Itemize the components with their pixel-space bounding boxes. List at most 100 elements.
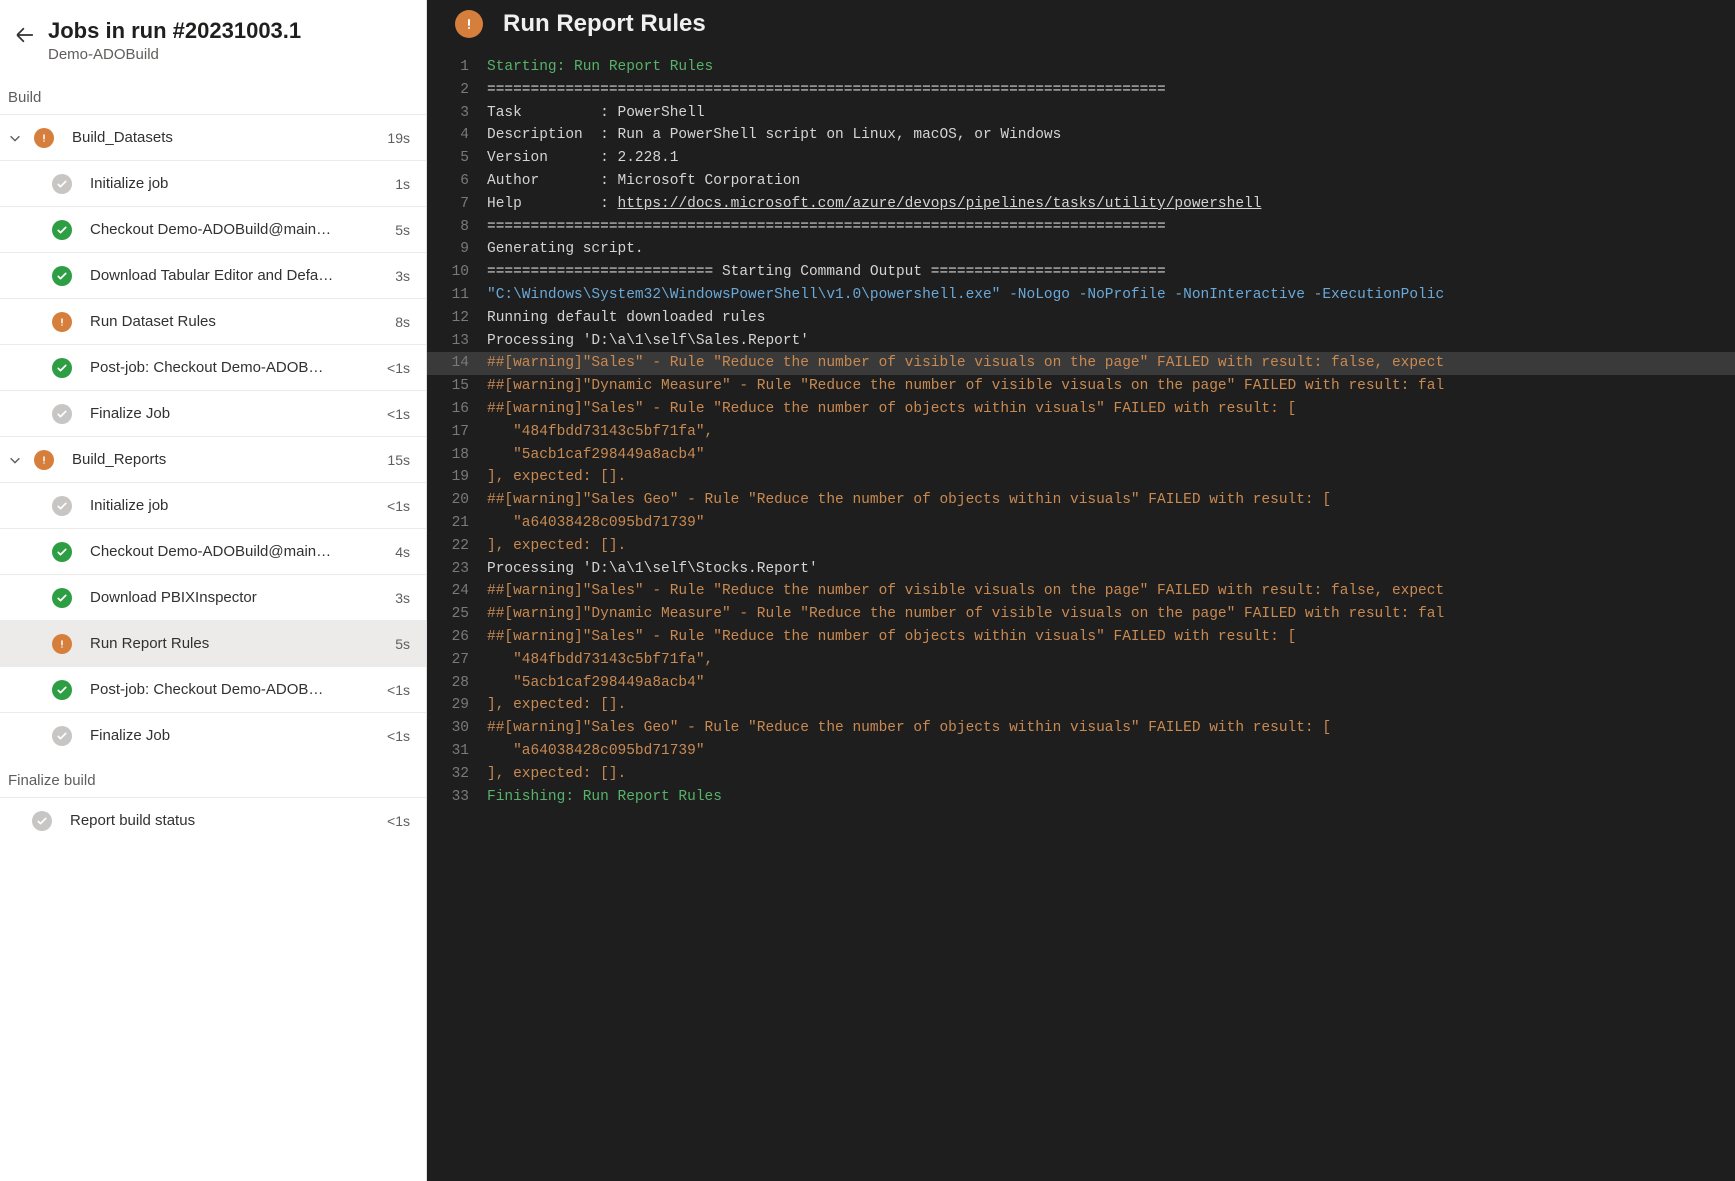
line-number: 4 bbox=[427, 124, 487, 147]
log-text: ##[warning]"Dynamic Measure" - Rule "Red… bbox=[487, 603, 1735, 626]
step-duration: <1s bbox=[379, 498, 410, 514]
job-step[interactable]: Download PBIXInspector3s bbox=[0, 574, 426, 620]
log-line: 25##[warning]"Dynamic Measure" - Rule "R… bbox=[427, 603, 1735, 626]
log-text: ##[warning]"Sales" - Rule "Reduce the nu… bbox=[487, 580, 1735, 603]
help-link[interactable]: https://docs.microsoft.com/azure/devops/… bbox=[618, 196, 1262, 212]
line-number: 3 bbox=[427, 102, 487, 125]
log-text: "C:\Windows\System32\WindowsPowerShell\v… bbox=[487, 284, 1735, 307]
line-number: 6 bbox=[427, 170, 487, 193]
job-step[interactable]: Checkout Demo-ADOBuild@main…4s bbox=[0, 528, 426, 574]
stage-duration: 15s bbox=[379, 452, 410, 468]
section-build-label: Build bbox=[0, 75, 426, 114]
log-line: 8=======================================… bbox=[427, 216, 1735, 239]
job-step[interactable]: Finalize Job<1s bbox=[0, 390, 426, 436]
success-icon bbox=[52, 358, 72, 378]
log-line: 19], expected: []. bbox=[427, 466, 1735, 489]
job-step[interactable]: Finalize Job<1s bbox=[0, 712, 426, 758]
job-step[interactable]: Initialize job1s bbox=[0, 160, 426, 206]
job-step[interactable]: Post-job: Checkout Demo-ADOB…<1s bbox=[0, 344, 426, 390]
line-number: 8 bbox=[427, 216, 487, 239]
job-step[interactable]: Report build status<1s bbox=[0, 797, 426, 843]
log-line: 24##[warning]"Sales" - Rule "Reduce the … bbox=[427, 580, 1735, 603]
line-number: 15 bbox=[427, 375, 487, 398]
job-stage-build-datasets[interactable]: Build_Datasets19s bbox=[0, 114, 426, 160]
log-line: 30##[warning]"Sales Geo" - Rule "Reduce … bbox=[427, 717, 1735, 740]
log-text: "5acb1caf298449a8acb4" bbox=[487, 672, 1735, 695]
chevron-down-icon[interactable] bbox=[8, 453, 22, 467]
log-text: "5acb1caf298449a8acb4" bbox=[487, 444, 1735, 467]
line-number: 14 bbox=[427, 352, 487, 375]
step-label: Run Dataset Rules bbox=[90, 313, 387, 330]
job-step[interactable]: Download Tabular Editor and Defa…3s bbox=[0, 252, 426, 298]
warning-icon bbox=[455, 10, 483, 38]
job-stage-build-reports[interactable]: Build_Reports15s bbox=[0, 436, 426, 482]
log-text: Starting: Run Report Rules bbox=[487, 56, 1735, 79]
log-line: 12Running default downloaded rules bbox=[427, 307, 1735, 330]
step-label: Report build status bbox=[70, 812, 379, 829]
log-text: Processing 'D:\a\1\self\Stocks.Report' bbox=[487, 558, 1735, 581]
log-text: ##[warning]"Sales" - Rule "Reduce the nu… bbox=[487, 626, 1735, 649]
step-duration: 4s bbox=[387, 544, 410, 560]
job-step[interactable]: Checkout Demo-ADOBuild@main…5s bbox=[0, 206, 426, 252]
log-area[interactable]: 1Starting: Run Report Rules2============… bbox=[427, 56, 1735, 1181]
log-pane: Run Report Rules 1Starting: Run Report R… bbox=[427, 0, 1735, 1181]
job-step[interactable]: Run Dataset Rules8s bbox=[0, 298, 426, 344]
line-number: 24 bbox=[427, 580, 487, 603]
success-dim-icon bbox=[52, 726, 72, 746]
line-number: 5 bbox=[427, 147, 487, 170]
step-label: Finalize Job bbox=[90, 405, 379, 422]
line-number: 27 bbox=[427, 649, 487, 672]
log-line: 32], expected: []. bbox=[427, 763, 1735, 786]
log-text: ], expected: []. bbox=[487, 466, 1735, 489]
log-text: Task : PowerShell bbox=[487, 102, 1735, 125]
job-step[interactable]: Post-job: Checkout Demo-ADOB…<1s bbox=[0, 666, 426, 712]
log-text: Running default downloaded rules bbox=[487, 307, 1735, 330]
success-icon bbox=[52, 542, 72, 562]
warning-icon bbox=[34, 450, 54, 470]
log-line: 3Task : PowerShell bbox=[427, 102, 1735, 125]
chevron-down-icon[interactable] bbox=[8, 131, 22, 145]
step-duration: <1s bbox=[379, 360, 410, 376]
line-number: 31 bbox=[427, 740, 487, 763]
line-number: 9 bbox=[427, 238, 487, 261]
success-dim-icon bbox=[52, 404, 72, 424]
line-number: 19 bbox=[427, 466, 487, 489]
stage-label: Build_Datasets bbox=[72, 129, 379, 146]
log-line: 20##[warning]"Sales Geo" - Rule "Reduce … bbox=[427, 489, 1735, 512]
job-step[interactable]: Initialize job<1s bbox=[0, 482, 426, 528]
success-dim-icon bbox=[52, 174, 72, 194]
log-line: 15##[warning]"Dynamic Measure" - Rule "R… bbox=[427, 375, 1735, 398]
line-number: 30 bbox=[427, 717, 487, 740]
section-finalize-label: Finalize build bbox=[0, 758, 426, 797]
back-arrow-icon[interactable] bbox=[16, 26, 34, 44]
line-number: 11 bbox=[427, 284, 487, 307]
log-text: ========================== Starting Comm… bbox=[487, 261, 1735, 284]
success-dim-icon bbox=[52, 496, 72, 516]
step-duration: 5s bbox=[387, 636, 410, 652]
line-number: 1 bbox=[427, 56, 487, 79]
log-text: ], expected: []. bbox=[487, 763, 1735, 786]
line-number: 12 bbox=[427, 307, 487, 330]
success-dim-icon bbox=[32, 811, 52, 831]
log-text: ], expected: []. bbox=[487, 535, 1735, 558]
warning-icon bbox=[52, 634, 72, 654]
log-line: 33Finishing: Run Report Rules bbox=[427, 786, 1735, 809]
step-duration: 3s bbox=[387, 268, 410, 284]
line-number: 17 bbox=[427, 421, 487, 444]
success-icon bbox=[52, 680, 72, 700]
line-number: 22 bbox=[427, 535, 487, 558]
log-text: Version : 2.228.1 bbox=[487, 147, 1735, 170]
step-label: Post-job: Checkout Demo-ADOB… bbox=[90, 359, 379, 376]
log-line: 22], expected: []. bbox=[427, 535, 1735, 558]
step-label: Initialize job bbox=[90, 497, 379, 514]
step-label: Initialize job bbox=[90, 175, 387, 192]
step-label: Download PBIXInspector bbox=[90, 589, 387, 606]
jobs-sidebar: Jobs in run #20231003.1 Demo-ADOBuild Bu… bbox=[0, 0, 427, 1181]
step-duration: <1s bbox=[379, 813, 410, 829]
log-line: 11"C:\Windows\System32\WindowsPowerShell… bbox=[427, 284, 1735, 307]
step-label: Run Report Rules bbox=[90, 635, 387, 652]
job-step[interactable]: Run Report Rules5s bbox=[0, 620, 426, 666]
log-text: ##[warning]"Sales Geo" - Rule "Reduce th… bbox=[487, 489, 1735, 512]
log-line: 4Description : Run a PowerShell script o… bbox=[427, 124, 1735, 147]
line-number: 33 bbox=[427, 786, 487, 809]
